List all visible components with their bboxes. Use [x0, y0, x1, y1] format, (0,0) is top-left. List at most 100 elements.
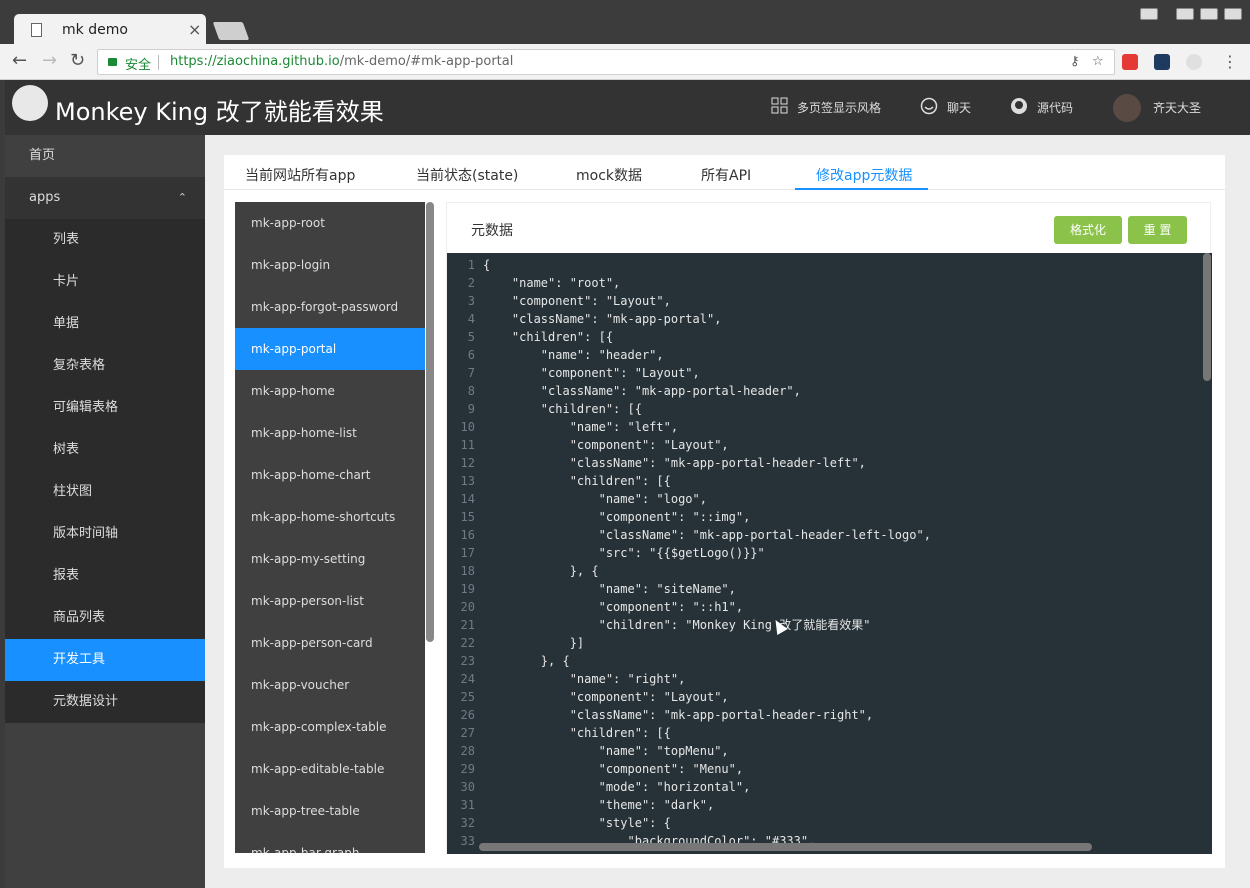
line-number: 12 [460, 456, 475, 470]
reset-button[interactable]: 重 置 [1128, 216, 1187, 244]
menu-user[interactable]: 齐天大圣 [1153, 99, 1201, 116]
forward-icon[interactable]: → [42, 50, 57, 71]
code-line[interactable]: 12 "className": "mk-app-portal-header-le… [447, 454, 1212, 472]
code-line[interactable]: 6 "name": "header", [447, 346, 1212, 364]
menu-chat[interactable]: 聊天 [947, 99, 971, 116]
browser-tab[interactable]: mk demo × [14, 14, 206, 46]
list-item[interactable]: mk-app-editable-table [235, 748, 425, 790]
line-number: 24 [460, 672, 475, 686]
code-line[interactable]: 29 "component": "Menu", [447, 760, 1212, 778]
code-line[interactable]: 10 "name": "left", [447, 418, 1212, 436]
avatar[interactable] [1113, 94, 1141, 122]
window-profile-icon[interactable] [1140, 8, 1158, 20]
list-item[interactable]: mk-app-home [235, 370, 425, 412]
tab-all-apps[interactable]: 当前网站所有app [245, 165, 355, 185]
code-line[interactable]: 19 "name": "siteName", [447, 580, 1212, 598]
menu-tab-style[interactable]: 多页签显示风格 [797, 99, 881, 116]
code-line[interactable]: 25 "component": "Layout", [447, 688, 1212, 706]
code-line[interactable]: 7 "component": "Layout", [447, 364, 1212, 382]
sidebar-item-timeline[interactable]: 版本时间轴 [5, 513, 205, 555]
list-item[interactable]: mk-app-home-list [235, 412, 425, 454]
sidebar-item-card[interactable]: 卡片 [5, 261, 205, 303]
tab-all-api[interactable]: 所有API [701, 165, 751, 185]
maximize-button[interactable] [1200, 8, 1218, 20]
code-line[interactable]: 4 "className": "mk-app-portal", [447, 310, 1212, 328]
code-line[interactable]: 21 "children": "Monkey King 改了就能看效果" [447, 616, 1212, 634]
code-line[interactable]: 9 "children": [{ [447, 400, 1212, 418]
minimize-button[interactable] [1176, 8, 1194, 20]
close-icon[interactable]: × [188, 20, 201, 39]
reload-icon[interactable]: ↻ [70, 50, 85, 71]
code-line[interactable]: 23 }, { [447, 652, 1212, 670]
code-line[interactable]: 30 "mode": "horizontal", [447, 778, 1212, 796]
sidebar-item-apps[interactable]: apps ⌃ [5, 177, 205, 219]
list-item[interactable]: mk-app-bar-graph [235, 832, 425, 853]
line-number: 23 [460, 654, 475, 668]
list-item[interactable]: mk-app-root [235, 202, 425, 244]
code-text: { [483, 258, 491, 272]
sidebar-item-home[interactable]: 首页 [5, 135, 205, 177]
code-line[interactable]: 16 "className": "mk-app-portal-header-le… [447, 526, 1212, 544]
list-item[interactable]: mk-app-person-card [235, 622, 425, 664]
format-button[interactable]: 格式化 [1054, 216, 1122, 244]
code-line[interactable]: 28 "name": "topMenu", [447, 742, 1212, 760]
list-item[interactable]: mk-app-complex-table [235, 706, 425, 748]
code-line[interactable]: 1{ [447, 256, 1212, 274]
code-line[interactable]: 11 "component": "Layout", [447, 436, 1212, 454]
code-line[interactable]: 3 "component": "Layout", [447, 292, 1212, 310]
tab-edit-metadata[interactable]: 修改app元数据 [816, 165, 912, 185]
code-line[interactable]: 31 "theme": "dark", [447, 796, 1212, 814]
line-number: 28 [460, 744, 475, 758]
list-item[interactable]: mk-app-home-shortcuts [235, 496, 425, 538]
star-icon[interactable]: ☆ [1092, 54, 1104, 69]
extension-react-icon[interactable] [1154, 54, 1170, 70]
code-line[interactable]: 20 "component": "::h1", [447, 598, 1212, 616]
code-line[interactable]: 22 }] [447, 634, 1212, 652]
code-editor[interactable]: 33 "backgroundColor": "#333", 32 "style":… [447, 253, 1212, 854]
list-item[interactable]: mk-app-tree-table [235, 790, 425, 832]
list-item[interactable]: mk-app-portal [235, 328, 425, 370]
code-line[interactable]: 5 "children": [{ [447, 328, 1212, 346]
list-item[interactable]: mk-app-my-setting [235, 538, 425, 580]
sidebar-item-list[interactable]: 列表 [5, 219, 205, 261]
extension-gray-icon[interactable] [1186, 54, 1202, 70]
sidebar-item-report[interactable]: 报表 [5, 555, 205, 597]
code-line[interactable]: 8 "className": "mk-app-portal-header", [447, 382, 1212, 400]
sidebar-item-product-list[interactable]: 商品列表 [5, 597, 205, 639]
sidebar-item-editable-table[interactable]: 可编辑表格 [5, 387, 205, 429]
code-line[interactable]: 13 "children": [{ [447, 472, 1212, 490]
code-line[interactable]: 24 "name": "right", [447, 670, 1212, 688]
sidebar-item-metadata-design[interactable]: 元数据设计 [5, 681, 205, 723]
code-line[interactable]: 15 "component": "::img", [447, 508, 1212, 526]
code-line[interactable]: 26 "className": "mk-app-portal-header-ri… [447, 706, 1212, 724]
tab-state[interactable]: 当前状态(state) [416, 165, 518, 185]
back-icon[interactable]: ← [12, 50, 27, 71]
sidebar-item-bar-chart[interactable]: 柱状图 [5, 471, 205, 513]
list-item[interactable]: mk-app-person-list [235, 580, 425, 622]
code-horizontal-scrollbar[interactable] [479, 843, 1092, 851]
list-item[interactable]: mk-app-voucher [235, 664, 425, 706]
address-bar[interactable]: 安全 https://ziaochina.github.io/mk-demo/#… [97, 49, 1115, 75]
code-vertical-scrollbar[interactable] [1203, 253, 1211, 381]
app-list-scrollbar[interactable] [426, 202, 434, 642]
code-line[interactable]: 27 "children": [{ [447, 724, 1212, 742]
browser-menu-icon[interactable]: ⋮ [1222, 52, 1238, 71]
extension-colorzilla-icon[interactable] [1122, 54, 1138, 70]
code-line[interactable]: 2 "name": "root", [447, 274, 1212, 292]
list-item[interactable]: mk-app-forgot-password [235, 286, 425, 328]
sidebar-item-dev-tools[interactable]: 开发工具 [5, 639, 205, 681]
code-line[interactable]: 32 "style": { [447, 814, 1212, 832]
code-line[interactable]: 18 }, { [447, 562, 1212, 580]
list-item[interactable]: mk-app-home-chart [235, 454, 425, 496]
menu-source-code[interactable]: 源代码 [1037, 99, 1073, 116]
key-icon[interactable]: ⚷ [1070, 54, 1080, 69]
sidebar-item-complex-table[interactable]: 复杂表格 [5, 345, 205, 387]
code-line[interactable]: 17 "src": "{{$getLogo()}}" [447, 544, 1212, 562]
sidebar-item-tree-table[interactable]: 树表 [5, 429, 205, 471]
close-window-button[interactable] [1224, 8, 1242, 20]
new-tab-button[interactable] [212, 22, 250, 40]
list-item[interactable]: mk-app-login [235, 244, 425, 286]
sidebar-item-voucher[interactable]: 单据 [5, 303, 205, 345]
code-line[interactable]: 14 "name": "logo", [447, 490, 1212, 508]
tab-mock-data[interactable]: mock数据 [576, 165, 642, 185]
